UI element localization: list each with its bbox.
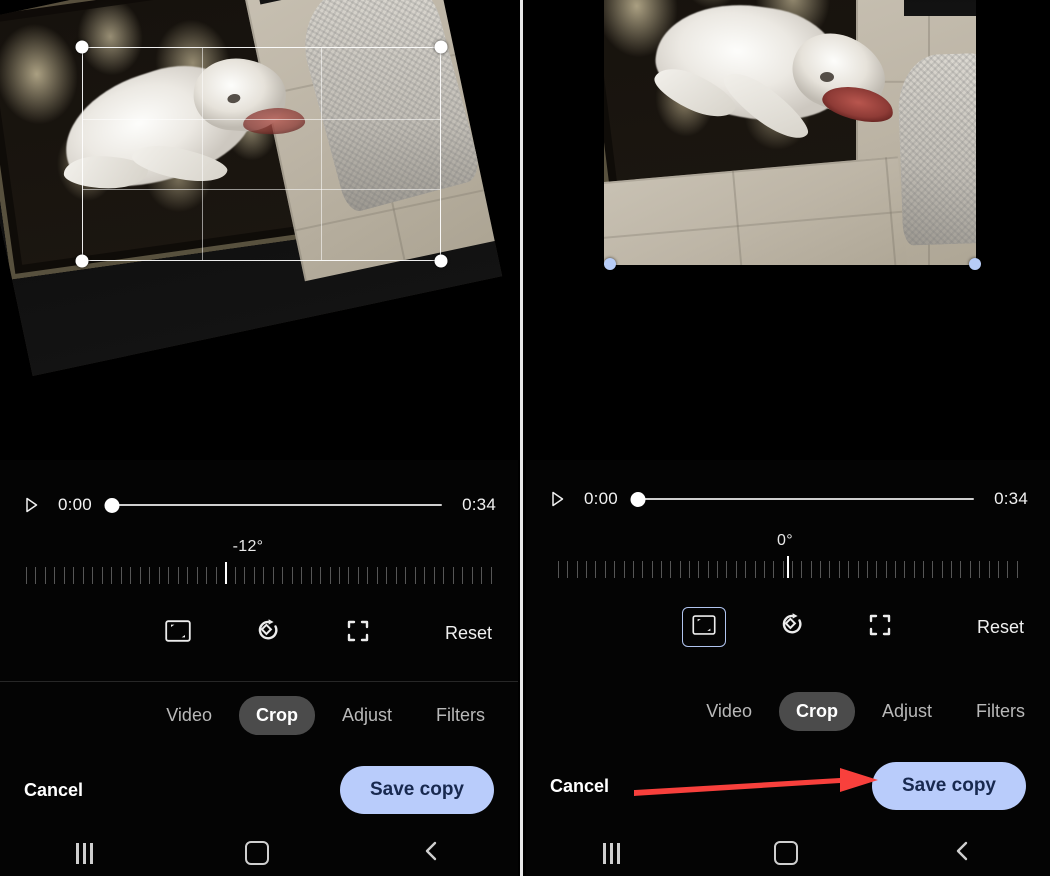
timeline-track[interactable] xyxy=(104,496,443,514)
tab-adjust[interactable]: Adjust xyxy=(325,696,409,735)
video-frame-after xyxy=(604,0,976,265)
android-nav-bar-after xyxy=(526,830,1050,876)
aspect-ratio-icon-button[interactable] xyxy=(682,607,726,647)
crop-tools-after: Reset xyxy=(526,607,1050,647)
perspective-reset-icon-button[interactable] xyxy=(858,607,902,647)
reset-button[interactable]: Reset xyxy=(445,623,492,644)
rotation-value-label: 0° xyxy=(777,532,793,549)
reset-button[interactable]: Reset xyxy=(977,617,1024,638)
editor-actions-after: Cancel Save copy xyxy=(526,762,1050,810)
tab-filters[interactable]: Filters xyxy=(959,692,1042,731)
save-copy-button[interactable]: Save copy xyxy=(340,766,494,814)
tab-crop[interactable]: Crop xyxy=(238,696,315,735)
crop-handle-bottom-right[interactable] xyxy=(969,258,981,270)
crop-handle-top-right[interactable] xyxy=(434,40,448,54)
recents-icon[interactable] xyxy=(76,842,94,864)
aspect-ratio-icon xyxy=(165,619,191,647)
perspective-reset-icon xyxy=(868,613,892,642)
rotation-needle xyxy=(225,562,228,584)
phone-screenshot-after: 0:00 0:34 0° Reset Video Crop Adjust Fil… xyxy=(526,0,1050,876)
phone-screenshot-before: 0:00 0:34 -12° Reset Video Crop Adjust F… xyxy=(0,0,518,876)
back-chevron-icon[interactable] xyxy=(953,840,973,867)
tab-video[interactable]: Video xyxy=(149,696,229,735)
crop-handle-bottom-left[interactable] xyxy=(604,258,616,270)
play-icon[interactable] xyxy=(22,496,40,514)
video-timeline-after[interactable]: 0:00 0:34 xyxy=(526,484,1050,514)
home-icon[interactable] xyxy=(774,841,799,865)
dark-furniture xyxy=(904,0,976,16)
crop-viewport-before[interactable] xyxy=(0,0,518,460)
total-time-label: 0:34 xyxy=(462,495,496,514)
perspective-reset-icon-button[interactable] xyxy=(336,613,380,653)
crop-handle-bottom-right[interactable] xyxy=(434,254,448,268)
timeline-scrubber[interactable] xyxy=(104,497,120,513)
android-nav-bar-before xyxy=(0,830,518,876)
crop-viewport-after[interactable] xyxy=(526,0,1050,460)
total-time-label: 0:34 xyxy=(994,489,1028,508)
rotation-dial-after[interactable]: 0° xyxy=(526,532,1050,582)
panel-divider xyxy=(518,0,526,876)
rotation-ticks[interactable] xyxy=(26,562,492,588)
back-chevron-icon[interactable] xyxy=(422,840,442,867)
rotation-ticks[interactable] xyxy=(558,556,1018,582)
timeline-track[interactable] xyxy=(630,490,975,508)
video-frame-before xyxy=(0,0,503,376)
tab-crop[interactable]: Crop xyxy=(778,692,855,731)
rotation-needle xyxy=(787,556,789,578)
editor-tabs-after: Video Crop Adjust Filters xyxy=(526,692,1050,731)
video-timeline-before[interactable]: 0:00 0:34 xyxy=(0,490,518,520)
crop-handle-top-left[interactable] xyxy=(75,40,89,54)
rotate-left-icon xyxy=(255,618,281,649)
cushion-region xyxy=(896,52,976,246)
cancel-button[interactable]: Cancel xyxy=(24,780,83,801)
tabbar-divider xyxy=(0,681,518,682)
crop-handle-bottom-left[interactable] xyxy=(75,254,89,268)
aspect-ratio-icon-button[interactable] xyxy=(156,613,200,653)
crop-tools-before: Reset xyxy=(0,613,518,653)
play-icon[interactable] xyxy=(548,490,566,508)
tab-filters[interactable]: Filters xyxy=(419,696,502,735)
perspective-reset-icon xyxy=(346,619,370,648)
rotate-left-icon xyxy=(779,612,805,643)
recents-icon[interactable] xyxy=(603,842,621,864)
save-copy-button[interactable]: Save copy xyxy=(872,762,1026,810)
tab-adjust[interactable]: Adjust xyxy=(865,692,949,731)
editor-tabs-before: Video Crop Adjust Filters xyxy=(0,696,518,735)
timeline-scrubber[interactable] xyxy=(630,491,646,507)
cancel-button[interactable]: Cancel xyxy=(550,776,609,797)
rotate-left-icon-button[interactable] xyxy=(770,607,814,647)
home-icon[interactable] xyxy=(245,841,270,865)
rotate-left-icon-button[interactable] xyxy=(246,613,290,653)
current-time-label: 0:00 xyxy=(584,489,618,508)
dog-eye xyxy=(820,72,834,82)
aspect-ratio-icon xyxy=(692,614,716,640)
rotation-dial-before[interactable]: -12° xyxy=(0,538,518,588)
editor-actions-before: Cancel Save copy xyxy=(0,766,518,814)
rotation-value-label: -12° xyxy=(232,538,264,555)
side-by-side-screenshot-comparison: 0:00 0:34 -12° Reset Video Crop Adjust F… xyxy=(0,0,1050,876)
tab-video[interactable]: Video xyxy=(689,692,769,731)
current-time-label: 0:00 xyxy=(58,495,92,514)
